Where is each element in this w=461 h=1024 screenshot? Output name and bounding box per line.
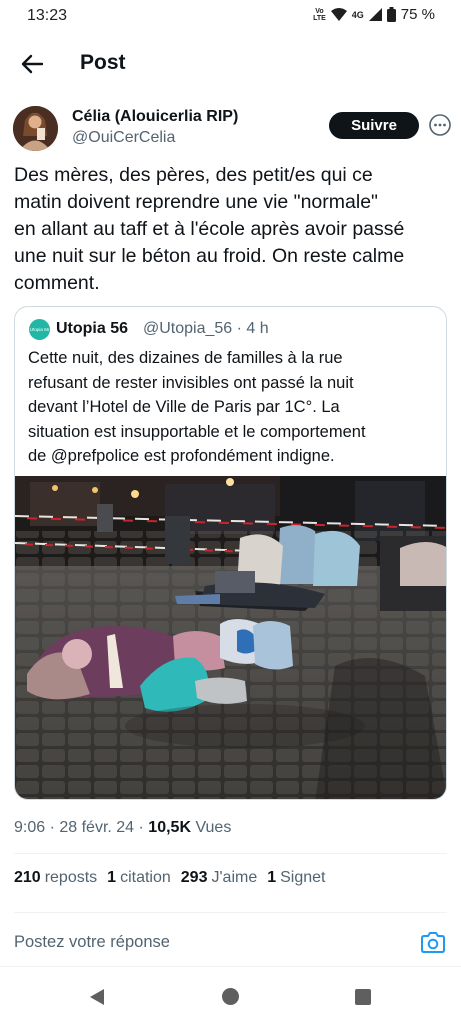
quoted-post[interactable]: Utopia 56 Utopia 56 @Utopia_56 · 4 h Cet…	[14, 306, 447, 800]
tweet-line: une nuit sur le béton au froid. On reste…	[14, 245, 405, 267]
author-name[interactable]: Célia (Alouicerlia RIP)	[72, 108, 238, 126]
tweet-text: Des mères, des pères, des petit/es qui c…	[14, 162, 450, 297]
author-handle[interactable]: @OuiCerCelia	[72, 129, 175, 147]
divider	[14, 853, 447, 854]
divider	[14, 912, 447, 913]
quote-line: Cette nuit, des dizaines de familles à l…	[28, 349, 343, 367]
tweet-line: matin doivent reprendre une vie "normale…	[14, 191, 378, 213]
nav-recents-icon[interactable]	[355, 989, 371, 1005]
tweet-line: en allant au taff et à l'école après avo…	[14, 218, 405, 240]
battery-percent: 75 %	[400, 6, 435, 23]
page-title: Post	[80, 51, 126, 74]
likes-stat[interactable]: 293 J'aime	[181, 869, 257, 887]
wifi-icon	[330, 8, 347, 21]
status-time: 13:23	[27, 7, 68, 24]
quote-text: Cette nuit, des dizaines de familles à l…	[28, 346, 438, 469]
post-time-date: 9:06 · 28 févr. 24 ·	[14, 819, 149, 836]
camera-icon[interactable]	[421, 931, 445, 953]
avatar[interactable]	[13, 106, 58, 151]
bookmarks-stat[interactable]: 1 Signet	[267, 869, 325, 887]
arrow-left-icon[interactable]	[18, 50, 46, 78]
system-nav-bar	[0, 970, 461, 1024]
status-indicators: Vo LTE 4G 75 %	[313, 6, 435, 23]
quote-line: devant l’Hotel de Ville de Paris par 1C°…	[28, 398, 340, 416]
quote-author-meta: @Utopia_56 · 4 h	[143, 320, 269, 337]
tweet-line: Des mères, des pères, des petit/es qui c…	[14, 164, 373, 186]
network-type: 4G	[351, 9, 364, 20]
reposts-stat[interactable]: 210 reposts	[14, 869, 97, 887]
header: Post	[0, 34, 461, 94]
engagement-stats: 210 reposts 1 citation 293 J'aime 1 Signet	[14, 869, 326, 887]
quote-line: situation est insupportable et le compor…	[28, 422, 366, 441]
signal-icon	[368, 8, 382, 21]
more-options-icon[interactable]	[429, 114, 451, 136]
divider	[0, 966, 461, 967]
status-bar: 13:23 Vo LTE 4G 75 %	[0, 0, 461, 34]
volte-indicator: Vo LTE	[313, 7, 326, 22]
battery-icon	[386, 7, 396, 22]
nav-back-icon[interactable]	[88, 988, 106, 1006]
follow-button[interactable]: Suivre	[329, 112, 419, 139]
post-timestamp: 9:06 · 28 févr. 24 · 10,5K Vues	[14, 819, 231, 837]
quote-photo[interactable]	[15, 476, 447, 800]
nav-home-icon[interactable]	[222, 988, 239, 1005]
author-row: Célia (Alouicerlia RIP) @OuiCerCelia Sui…	[0, 100, 461, 156]
quote-avatar[interactable]: Utopia 56	[29, 319, 50, 340]
views-label: Vues	[191, 819, 232, 836]
view-count: 10,5K	[148, 819, 191, 836]
quote-line: de @prefpolice est profondément indigne.	[28, 447, 335, 465]
reply-row: Postez votre réponse	[0, 918, 461, 968]
quote-line: refusant de rester invisibles ont passé …	[28, 373, 354, 392]
tweet-line: comment.	[14, 272, 100, 294]
quotes-stat[interactable]: 1 citation	[107, 869, 171, 887]
quote-author-name[interactable]: Utopia 56	[56, 320, 128, 338]
reply-input[interactable]: Postez votre réponse	[14, 933, 170, 952]
